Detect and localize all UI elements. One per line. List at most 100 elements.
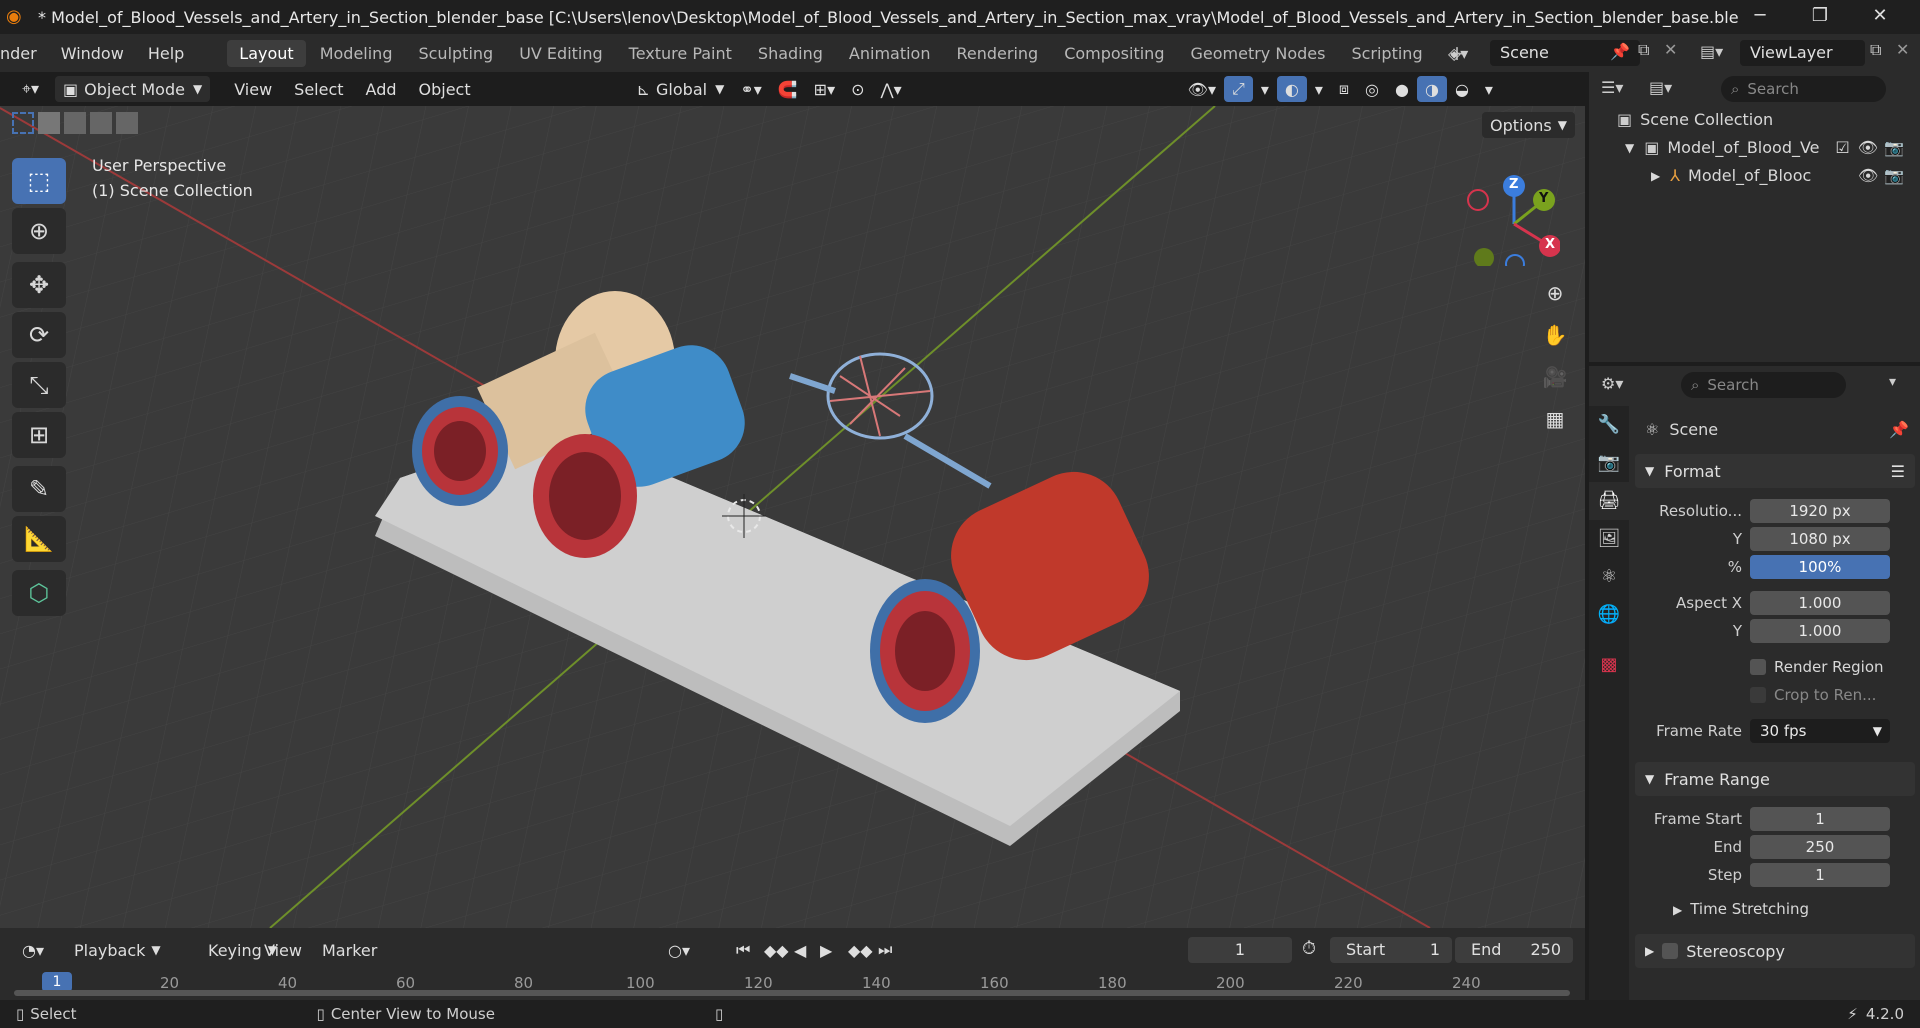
camera-icon[interactable]: 📷 [1884,138,1904,157]
select-new-icon[interactable] [12,112,34,134]
menu-marker[interactable]: Marker [314,937,385,963]
time-stretching-subpanel[interactable]: ▶ Time Stretching [1673,900,1809,918]
menu-view[interactable]: View [226,76,280,102]
menu-select[interactable]: Select [286,76,351,102]
tab-texture-paint[interactable]: Texture Paint [617,40,744,67]
eye-icon[interactable]: 👁 [1858,138,1878,157]
select-invert-icon[interactable] [90,112,112,134]
frame-rate-select[interactable]: 30 fps ▼ [1750,719,1890,743]
delete-scene-icon[interactable]: ✕ [1664,40,1677,59]
stopwatch-icon[interactable]: ⏱ [1302,938,1316,959]
format-panel-header[interactable]: ▼ Format ☰ [1635,454,1915,488]
rendered-shading-icon[interactable]: ◒ [1447,76,1477,102]
texture-tab-icon[interactable]: ▩ [1589,646,1629,684]
render-region-checkbox[interactable] [1750,659,1766,675]
jump-start-icon[interactable]: ⏮ [728,937,758,963]
output-tab-icon[interactable]: 🖨 [1589,482,1629,520]
menu-object[interactable]: Object [411,76,479,102]
resolution-x-field[interactable]: 1920 px [1750,499,1890,523]
render-tab-icon[interactable]: 📷 [1589,444,1629,482]
close-button[interactable]: ✕ [1850,0,1910,34]
tool-tab-icon[interactable]: 🔧 [1589,406,1629,444]
auto-keying-icon[interactable]: ○▾ [660,937,698,963]
new-view-layer-icon[interactable]: ⧉ [1870,40,1881,60]
properties-search-input[interactable]: ⌕ Search [1681,372,1846,398]
display-mode-icon[interactable]: ▤▾ [1649,78,1672,97]
outliner-search-input[interactable]: ⌕ Search [1721,76,1886,102]
shading-dropdown-icon[interactable]: ▾ [1477,76,1501,102]
options-button[interactable]: Options ▼ [1482,112,1575,138]
camera-view-icon[interactable]: 🎥 [1536,358,1574,396]
frame-start-field[interactable]: 1 [1750,807,1890,831]
cursor-tool-icon[interactable]: ⊕ [12,208,66,254]
checkbox-icon[interactable]: ☑ [1835,138,1849,157]
view-layer-selector[interactable]: ViewLayer [1740,40,1865,66]
frame-range-panel-header[interactable]: ▼ Frame Range [1635,762,1915,796]
tab-layout[interactable]: Layout [227,39,306,67]
timeline-editor-icon[interactable]: ◔▾ [14,937,52,963]
tab-animation[interactable]: Animation [837,40,943,67]
material-shading-icon[interactable]: ◑ [1416,76,1447,102]
frame-step-field[interactable]: 1 [1750,863,1890,887]
select-subtract-icon[interactable] [64,112,86,134]
presets-icon[interactable]: ☰ [1891,462,1905,481]
playhead-indicator[interactable]: 1 [42,972,72,992]
3d-viewport[interactable]: User Perspective (1) Scene Collection Op… [0,106,1585,928]
zoom-icon[interactable]: ⊕ [1536,274,1574,312]
menu-blender[interactable]: nder [0,44,49,63]
tab-rendering[interactable]: Rendering [944,40,1050,67]
select-extend-icon[interactable] [38,112,60,134]
overlay-dropdown-icon[interactable]: ▾ [1307,76,1331,102]
tab-shading[interactable]: Shading [746,40,835,67]
menu-playback[interactable]: Playback ▼ [66,937,169,963]
render-region-row[interactable]: Render Region [1635,654,1915,680]
select-box-icon[interactable]: ⬚ [12,158,66,204]
rotate-tool-icon[interactable]: ⟳ [12,312,66,358]
properties-editor-icon[interactable]: ⚙▾ [1601,374,1623,393]
scene-icon[interactable]: ◈▾ [1448,44,1468,63]
eye-icon[interactable]: 👁 [1858,166,1878,185]
camera-icon[interactable]: 📷 [1884,166,1904,185]
outliner-scene-collection[interactable]: ▣ Scene Collection [1617,110,1773,129]
transform-orientation[interactable]: ⊾ Global ▼ [629,76,733,102]
solid-shading-icon[interactable]: ● [1387,76,1417,102]
wireframe-shading-icon[interactable]: ◎ [1357,76,1387,102]
delete-view-layer-icon[interactable]: ✕ [1896,40,1909,59]
xray-icon[interactable]: ⧈ [1331,76,1357,102]
maximize-button[interactable]: ❐ [1790,0,1850,34]
resolution-y-field[interactable]: 1080 px [1750,527,1890,551]
gizmo-toggle-icon[interactable]: ⤢ [1224,76,1253,102]
outliner-editor-icon[interactable]: ☰▾ [1601,78,1623,97]
pin-icon[interactable]: 📌 [1889,420,1909,439]
menu-window[interactable]: Window [49,44,136,63]
editor-type-icon[interactable]: ⌖▾ [14,76,47,102]
play-icon[interactable]: ▶ [812,937,840,963]
jump-end-icon[interactable]: ⏭ [870,937,900,963]
perspective-toggle-icon[interactable]: ▦ [1536,400,1574,438]
chevron-right-icon[interactable]: ▶ [1651,169,1660,183]
properties-options-icon[interactable]: ▾ [1889,374,1896,390]
navigation-gizmo[interactable]: Z Y X [1460,166,1561,274]
stereoscopy-checkbox[interactable] [1662,943,1679,959]
snap-target-icon[interactable]: ⊞▾ [806,76,843,102]
view-layer-tab-icon[interactable]: 🖼 [1589,520,1629,558]
move-tool-icon[interactable]: ✥ [12,262,66,308]
tab-modeling[interactable]: Modeling [308,40,405,67]
world-tab-icon[interactable]: 🌐 [1589,596,1629,634]
transform-tool-icon[interactable]: ⊞ [12,412,66,458]
play-reverse-icon[interactable]: ◀ [786,937,814,963]
outliner-item-collection[interactable]: ▼ ▣ Model_of_Blood_Ve ☑ 👁 📷 [1625,138,1915,157]
tab-sculpting[interactable]: Sculpting [406,40,505,67]
aspect-y-field[interactable]: 1.000 [1750,619,1890,643]
menu-add[interactable]: Add [358,76,405,102]
tab-uv-editing[interactable]: UV Editing [507,40,614,67]
measure-tool-icon[interactable]: 📐 [12,516,66,562]
tab-compositing[interactable]: Compositing [1052,40,1176,67]
pivot-icon[interactable]: ⚭▾ [732,76,769,102]
frame-end-field[interactable]: 250 [1750,835,1890,859]
mode-selector[interactable]: ▣ Object Mode ▼ [55,76,211,102]
minimize-button[interactable]: ─ [1730,0,1790,34]
menu-timeline-view[interactable]: View [256,937,310,963]
crop-checkbox[interactable] [1750,687,1766,703]
pin-icon[interactable]: 📌 [1610,42,1630,61]
